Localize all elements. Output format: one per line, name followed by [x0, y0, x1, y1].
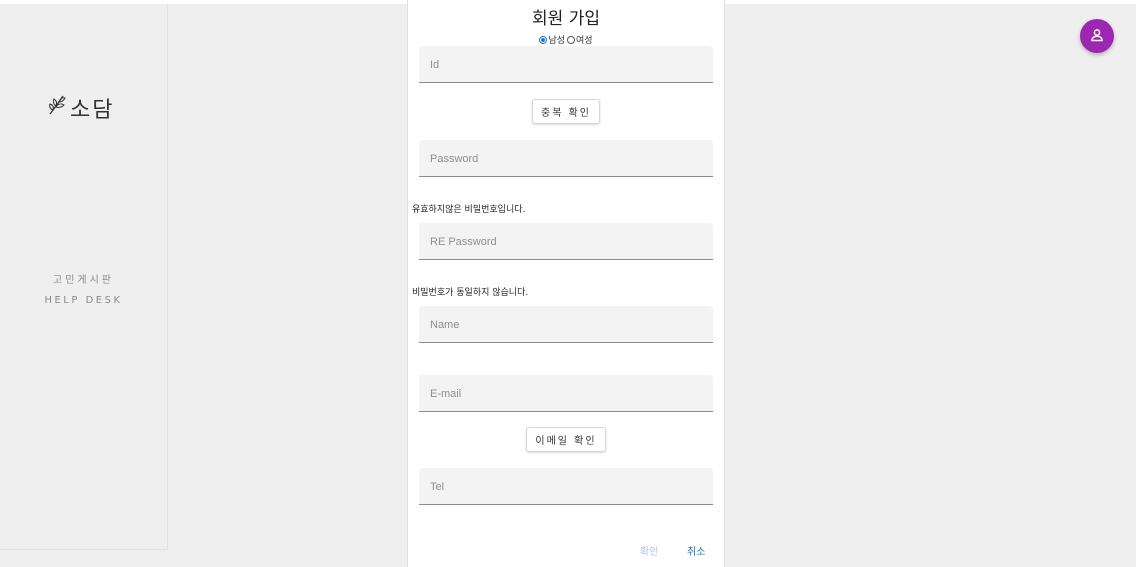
- leaf-icon: [47, 94, 70, 122]
- duplicate-check-button[interactable]: 중복 확인: [532, 99, 600, 124]
- gender-radio-male[interactable]: [539, 35, 548, 44]
- gender-label-male: 남성: [548, 36, 565, 46]
- password-input[interactable]: [419, 140, 713, 176]
- email-field: [419, 375, 713, 412]
- id-input[interactable]: [419, 46, 713, 82]
- sidebar: 소담 고민게시판 HELP DESK: [0, 4, 168, 550]
- name-input[interactable]: [419, 306, 713, 342]
- logo-text: 소담: [70, 98, 115, 123]
- tel-field: [419, 468, 713, 505]
- gender-radio-female[interactable]: [567, 35, 575, 44]
- account-avatar-button[interactable]: [1080, 19, 1114, 53]
- signup-panel: 회원 가입 남성 여성 중복 확인 유효하지않은 비밀번호입니다. 비밀번호가 …: [407, 0, 725, 567]
- password-field: [419, 140, 713, 177]
- password-invalid-message: 유효하지않은 비밀번호입니다.: [412, 205, 526, 215]
- user-icon: [1090, 27, 1104, 46]
- cancel-button[interactable]: 취소: [687, 543, 705, 558]
- email-input[interactable]: [419, 375, 713, 411]
- email-check-button[interactable]: 이메일 확인: [526, 427, 606, 452]
- confirm-button[interactable]: 확인: [640, 543, 658, 558]
- id-field: [419, 46, 713, 83]
- name-field: [419, 306, 713, 343]
- sidebar-item-help-desk[interactable]: HELP DESK: [0, 295, 167, 306]
- page-title: 회원 가입: [532, 9, 600, 29]
- sidebar-item-board[interactable]: 고민게시판: [0, 271, 167, 286]
- gender-radio-group: 남성 여성: [408, 33, 724, 46]
- gender-label-female: 여성: [576, 36, 593, 46]
- logo[interactable]: 소담: [47, 92, 114, 124]
- re-password-field: [419, 223, 713, 260]
- tel-input[interactable]: [419, 468, 713, 504]
- password-mismatch-message: 비밀번호가 동일하지 않습니다.: [412, 288, 529, 298]
- re-password-input[interactable]: [419, 223, 713, 259]
